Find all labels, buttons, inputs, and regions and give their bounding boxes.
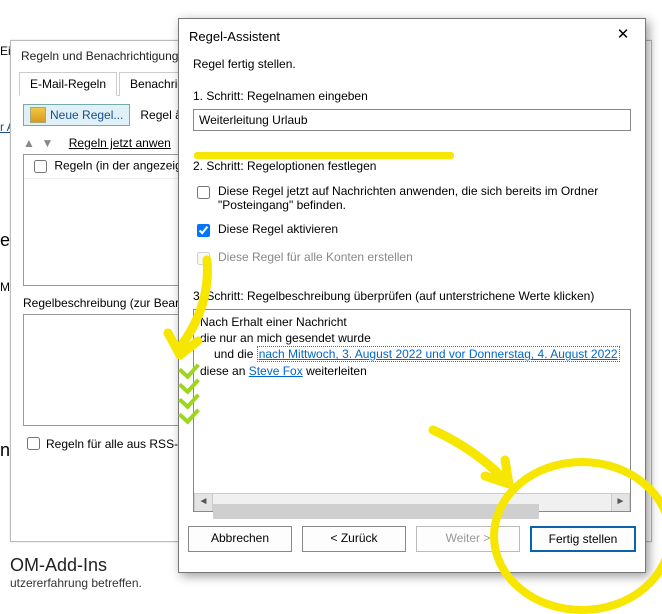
rule-description-area: Nach Erhalt einer Nachricht die nur an m… <box>193 309 631 512</box>
dialog-subtitle: Regel fertig stellen. <box>193 57 631 71</box>
desc-line-3: und die nach Mittwoch, 3. August 2022 un… <box>200 346 624 362</box>
bg-side-n: n <box>0 440 10 461</box>
tab-email-rules[interactable]: E-Mail-Regeln <box>19 72 117 96</box>
rule-wizard-dialog: Regel-Assistent ✕ Regel fertig stellen. … <box>178 18 646 573</box>
close-icon[interactable]: ✕ <box>611 27 635 45</box>
scroll-thumb[interactable] <box>213 504 539 519</box>
apply-rules-now[interactable]: Regeln jetzt anwen <box>69 136 171 150</box>
desc-line-4: diese an Steve Fox weiterleiten <box>200 363 624 379</box>
all-accounts-label: Diese Regel für alle Konten erstellen <box>218 250 413 264</box>
page-footer-fragment: OM-Add-Ins utzererfahrung betreffen. <box>0 555 152 590</box>
rss-rules-checkbox[interactable] <box>27 437 40 450</box>
back-button[interactable]: < Zurück <box>302 526 406 552</box>
new-rule-icon <box>30 107 46 123</box>
forward-to-link[interactable]: Steve Fox <box>249 364 303 378</box>
footer-subtext: utzererfahrung betreffen. <box>10 576 142 590</box>
step3-label: 3. Schritt: Regelbeschreibung überprüfen… <box>193 289 631 303</box>
finish-button[interactable]: Fertig stellen <box>530 526 636 552</box>
desc-line-1: Nach Erhalt einer Nachricht <box>200 314 624 330</box>
apply-now-label: Diese Regel jetzt auf Nachrichten anwend… <box>218 184 631 212</box>
scroll-left-icon[interactable]: ◄ <box>194 494 213 511</box>
rule-move-arrows[interactable]: ▲ ▼ <box>23 136 53 150</box>
new-rule-label: Neue Regel... <box>50 108 123 122</box>
all-accounts-checkbox <box>197 252 210 265</box>
rss-rules-label: Regeln für alle aus RSS-Fe <box>46 437 192 451</box>
dialog-title: Regel-Assistent <box>189 29 280 44</box>
description-hscrollbar[interactable]: ◄ ► <box>194 493 630 511</box>
apply-now-checkbox[interactable] <box>197 186 210 199</box>
desc-line-4-post: weiterleiten <box>303 364 367 378</box>
next-button: Weiter > <box>416 526 520 552</box>
rule-name-input[interactable] <box>193 109 631 131</box>
date-range-link[interactable]: nach Mittwoch, 3. August 2022 und vor Do… <box>257 346 620 362</box>
activate-rule-label: Diese Regel aktivieren <box>218 222 338 236</box>
activate-rule-checkbox[interactable] <box>197 224 210 237</box>
step1-label: 1. Schritt: Regelnamen eingeben <box>193 89 631 103</box>
new-rule-button[interactable]: Neue Regel... <box>23 104 130 126</box>
scroll-right-icon[interactable]: ► <box>611 494 630 511</box>
step2-label: 2. Schritt: Regeloptionen festlegen <box>193 159 631 173</box>
desc-line-4-pre: diese an <box>200 364 249 378</box>
desc-line-2: die nur an mich gesendet wurde <box>200 330 624 346</box>
desc-line-3-pre: und die <box>214 347 257 361</box>
cancel-button[interactable]: Abbrechen <box>188 526 292 552</box>
rules-header-text: Regeln (in der angezeigt <box>54 159 185 173</box>
footer-heading: OM-Add-Ins <box>10 555 142 576</box>
rules-header-checkbox[interactable] <box>34 160 47 173</box>
